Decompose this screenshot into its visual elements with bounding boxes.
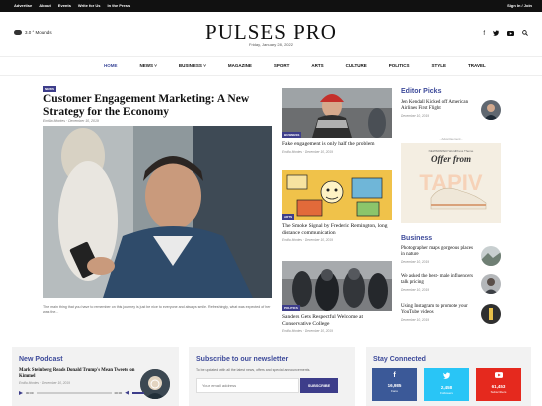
facebook-label: Fans bbox=[391, 389, 398, 393]
podcast-panel: New Podcast Mark Steinberg Reads Donald … bbox=[12, 347, 179, 406]
volume-icon[interactable]: ◀ bbox=[125, 390, 129, 396]
editor-picks-heading: Editor Picks bbox=[401, 88, 442, 95]
podcast-thumbnail[interactable] bbox=[140, 369, 170, 399]
newsletter-email-input[interactable] bbox=[196, 378, 299, 393]
ad-brand: NEWSPAPER WordPress Theme bbox=[428, 149, 474, 153]
twitter-follow-button[interactable]: 2,458 Followers bbox=[424, 368, 469, 401]
stay-connected-panel: Stay Connected f 16,985 Fans 2,458 Follo… bbox=[366, 347, 531, 406]
business-item-title[interactable]: We asked the best- male influencers talk… bbox=[401, 274, 473, 286]
business-item[interactable]: Photographer maps gorgeous places in nat… bbox=[401, 246, 501, 266]
business-thumbnail[interactable] bbox=[481, 304, 501, 324]
featured-excerpt: The main thing that you have to remember… bbox=[43, 305, 271, 314]
nav-style[interactable]: STYLE bbox=[432, 63, 447, 68]
editor-pick-item[interactable]: Jen Kendall Kicked off American Airlines… bbox=[401, 100, 501, 120]
nav-travel[interactable]: TRAVEL bbox=[468, 63, 486, 68]
nav-arts[interactable]: ARTS bbox=[311, 63, 323, 68]
article-card[interactable]: ARTS The Smoke Signal by Frederic Reming… bbox=[282, 170, 392, 242]
article-meta: Emilia Montes · December 10, 2019 bbox=[282, 238, 333, 242]
twitter-count: 2,458 bbox=[440, 385, 453, 390]
play-icon[interactable] bbox=[19, 391, 23, 395]
business-item[interactable]: Using Instagram to promote your YouTube … bbox=[401, 304, 501, 324]
header-social: f bbox=[483, 30, 528, 38]
featured-category-badge[interactable]: NEWS bbox=[43, 86, 56, 92]
featured-image[interactable] bbox=[43, 126, 272, 298]
top-link-about[interactable]: About bbox=[39, 3, 51, 8]
business-heading: Business bbox=[401, 235, 433, 242]
facebook-icon[interactable]: f bbox=[483, 31, 485, 37]
business-item[interactable]: We asked the best- male influencers talk… bbox=[401, 274, 501, 294]
player-progress[interactable] bbox=[36, 392, 112, 394]
newsletter-text: To be updated with all the latest news, … bbox=[196, 368, 311, 372]
featured-title[interactable]: Customer Engagement Marketing: A New Str… bbox=[43, 93, 273, 119]
twitter-label: Followers bbox=[440, 391, 453, 395]
article-image[interactable]: BUSINESS bbox=[282, 88, 392, 138]
article-title[interactable]: Sanders Gets Respectful Welcome at Conse… bbox=[282, 314, 392, 327]
article-meta: Emilia Montes · December 10, 2019 bbox=[282, 329, 333, 333]
business-thumbnail[interactable] bbox=[481, 246, 501, 266]
category-badge[interactable]: ARTS bbox=[282, 214, 295, 220]
article-image[interactable]: POLITICS bbox=[282, 261, 392, 311]
pick-title[interactable]: Jen Kendall Kicked off American Airlines… bbox=[401, 100, 473, 112]
article-meta: Emilia Montes · December 10, 2019 bbox=[282, 149, 333, 154]
facebook-icon: f bbox=[393, 372, 396, 379]
nav-sport[interactable]: SPORT bbox=[274, 63, 290, 68]
category-badge[interactable]: BUSINESS bbox=[282, 132, 302, 138]
pick-thumbnail[interactable] bbox=[481, 100, 501, 120]
sign-in-link[interactable]: Sign In / Join bbox=[507, 3, 532, 8]
facebook-count: 16,985 bbox=[387, 383, 402, 388]
chevron-down-icon: ˅ bbox=[203, 63, 206, 68]
ad-headline: Offer from bbox=[430, 154, 472, 164]
nav-home[interactable]: HOME bbox=[104, 63, 118, 68]
youtube-follow-button[interactable]: 61,453 Subscribers bbox=[476, 368, 521, 401]
nav-culture[interactable]: CULTURE bbox=[346, 63, 367, 68]
volume-slider[interactable] bbox=[132, 392, 144, 394]
podcast-heading: New Podcast bbox=[19, 356, 63, 363]
podcast-meta: Emilia Montes · December 10, 2019 bbox=[19, 381, 70, 385]
nav-news[interactable]: NEWS ˅ bbox=[140, 63, 157, 68]
article-title[interactable]: The Smoke Signal by Frederic Remington, … bbox=[282, 223, 392, 236]
article-title[interactable]: Fake engagement is only half the problem bbox=[282, 141, 392, 148]
advertisement[interactable]: TAPIV NEWSPAPER WordPress Theme Offer fr… bbox=[401, 143, 501, 223]
nav-magazine[interactable]: MAGAZINE bbox=[228, 63, 252, 68]
top-links: Advertise About Events Write for Us In t… bbox=[14, 3, 130, 8]
top-link-write-for-us[interactable]: Write for Us bbox=[78, 3, 101, 8]
youtube-icon[interactable] bbox=[507, 30, 514, 38]
chevron-down-icon: ˅ bbox=[154, 63, 157, 68]
subscribe-button[interactable]: SUBSCRIBE bbox=[300, 378, 338, 393]
audio-player: 00:00 00:00 ◀ bbox=[19, 390, 144, 396]
youtube-label: Subscribers bbox=[490, 390, 507, 394]
header-date: Friday, January 28, 2022 bbox=[249, 42, 293, 47]
player-time-end: 00:00 bbox=[114, 391, 123, 395]
featured-meta: Emilia Montes · December 10, 2019 bbox=[43, 119, 99, 123]
player-time-start: 00:00 bbox=[26, 391, 34, 395]
ad-label: - Advertisement - bbox=[439, 137, 463, 141]
top-link-in-the-press[interactable]: In the Press bbox=[108, 3, 131, 8]
newsletter-heading: Subscribe to our newsletter bbox=[196, 356, 289, 363]
category-badge[interactable]: POLITICS bbox=[282, 305, 300, 311]
top-link-advertise[interactable]: Advertise bbox=[14, 3, 32, 8]
article-image[interactable]: ARTS bbox=[282, 170, 392, 220]
main-nav: HOME NEWS ˅ BUSINESS ˅ MAGAZINE SPORT AR… bbox=[0, 56, 542, 76]
twitter-icon[interactable] bbox=[493, 30, 499, 38]
nav-politics[interactable]: POLITICS bbox=[389, 63, 410, 68]
youtube-count: 61,453 bbox=[491, 384, 506, 389]
search-icon[interactable] bbox=[522, 30, 528, 38]
top-link-events[interactable]: Events bbox=[58, 3, 71, 8]
article-card[interactable]: BUSINESS Fake engagement is only half th… bbox=[282, 88, 392, 154]
article-card[interactable]: POLITICS Sanders Gets Respectful Welcome… bbox=[282, 261, 392, 333]
business-item-title[interactable]: Photographer maps gorgeous places in nat… bbox=[401, 246, 473, 258]
stay-connected-heading: Stay Connected bbox=[373, 356, 426, 363]
podcast-episode-title[interactable]: Mark Steinberg Reads Donald Trump's Mean… bbox=[19, 368, 139, 379]
top-bar: Advertise About Events Write for Us In t… bbox=[0, 0, 542, 12]
nav-business[interactable]: BUSINESS ˅ bbox=[179, 63, 206, 68]
twitter-icon bbox=[424, 372, 469, 381]
business-thumbnail[interactable] bbox=[481, 274, 501, 294]
nav-news-label: NEWS bbox=[139, 63, 154, 68]
newsletter-panel: Subscribe to our newsletter To be update… bbox=[189, 347, 355, 406]
youtube-icon bbox=[476, 372, 521, 380]
facebook-follow-button[interactable]: f 16,985 Fans bbox=[372, 368, 417, 401]
business-item-title[interactable]: Using Instagram to promote your YouTube … bbox=[401, 304, 473, 316]
nav-business-label: BUSINESS bbox=[178, 63, 202, 68]
